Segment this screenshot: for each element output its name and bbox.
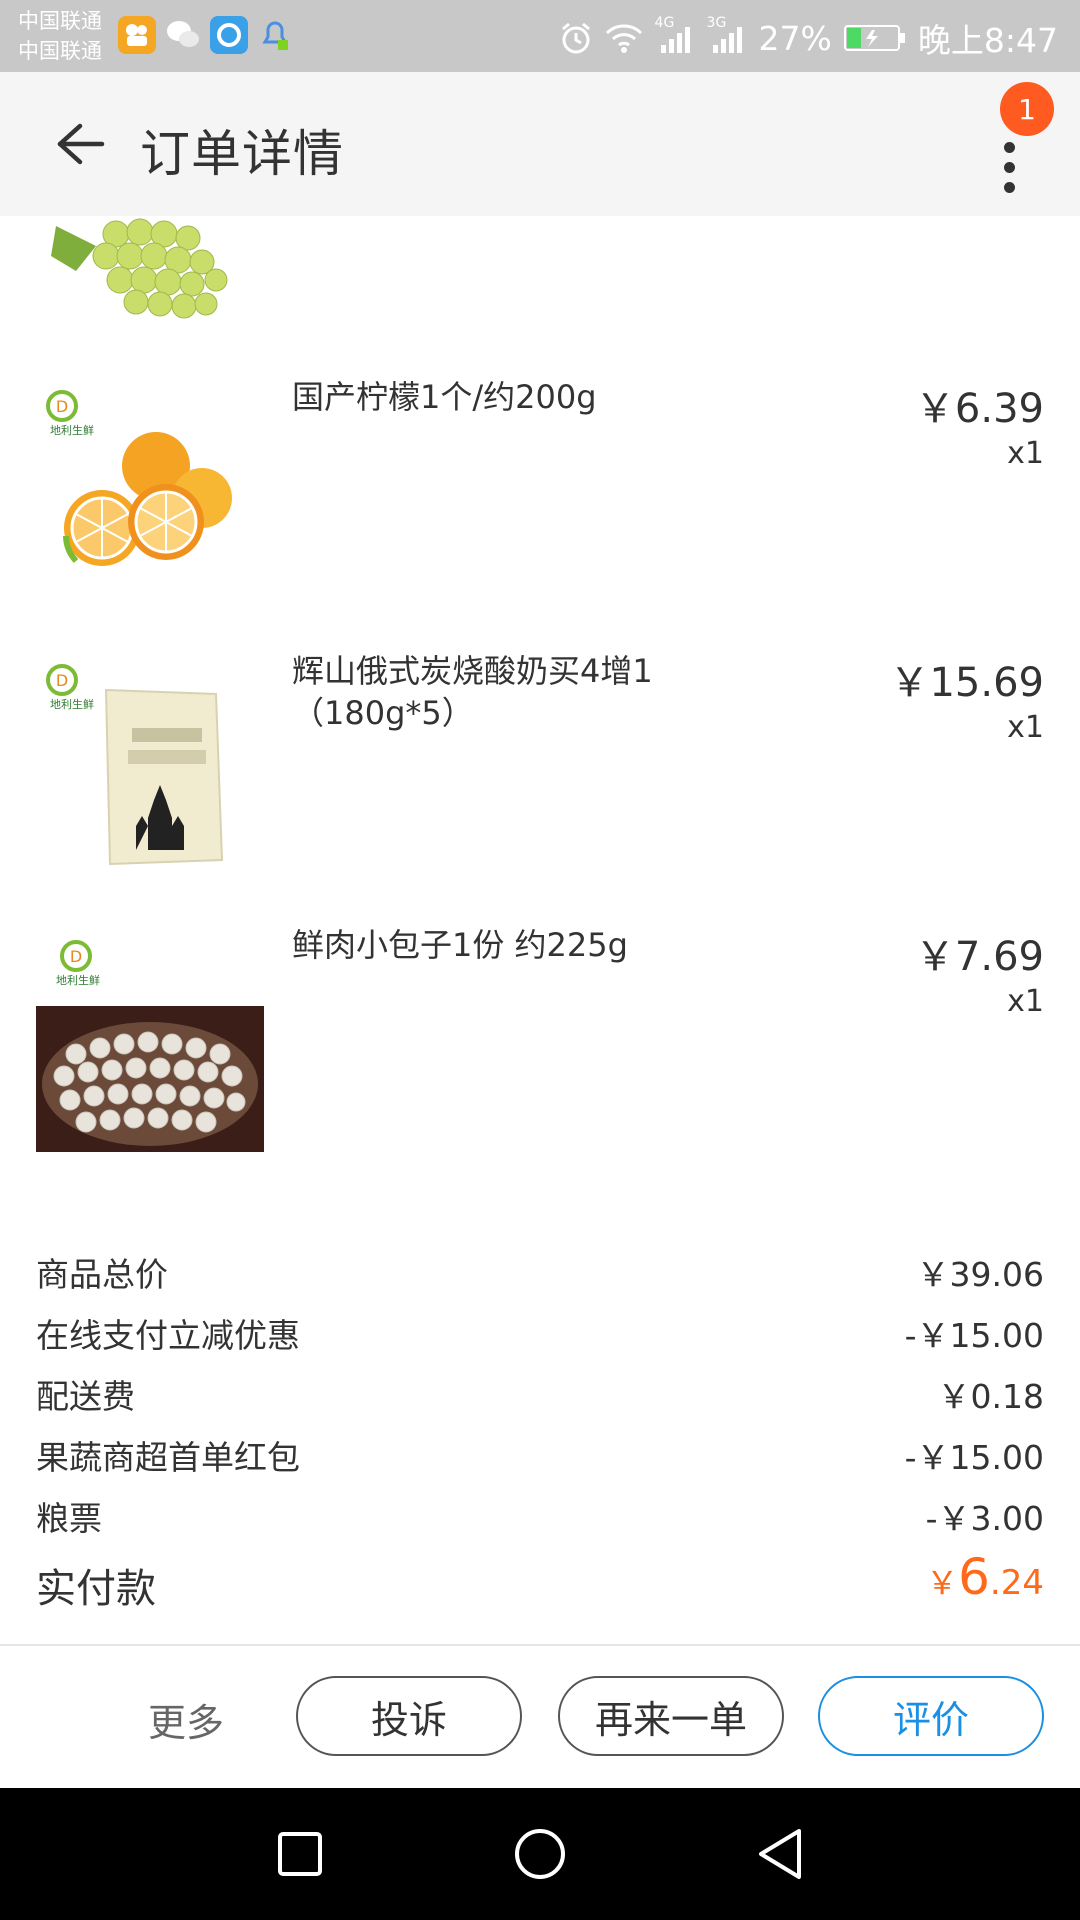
total-decimal: .24 — [989, 1563, 1044, 1603]
summary-row-red-packet: 果蔬商超首单红包 -￥15.00 — [36, 1431, 1044, 1481]
more-vertical-icon — [1004, 142, 1015, 153]
arrow-left-icon — [57, 123, 105, 165]
brand-logo-text: 地利生鲜 — [56, 973, 100, 987]
steamed-buns-image: D 地利生鲜 — [36, 924, 264, 1152]
more-dot — [1004, 182, 1015, 193]
currency-symbol: ￥ — [926, 1564, 959, 1602]
brand-logo-text: 地利生鲜 — [50, 423, 94, 437]
back-button[interactable] — [40, 112, 120, 176]
summary-row-delivery-fee: 配送费 ￥0.18 — [36, 1370, 1044, 1420]
summary-row-food-coupon: 粮票 -￥3.00 — [36, 1492, 1044, 1542]
battery-percent: 27% — [758, 18, 832, 58]
summary-row-subtotal: 商品总价 ￥39.06 — [36, 1248, 1044, 1298]
product-price: ￥6.39 — [914, 386, 1044, 432]
home-icon — [515, 1829, 565, 1879]
summary-label: 配送费 — [36, 1377, 135, 1416]
notification-app-icons — [118, 16, 294, 54]
status-bar: 中国联通 中国联通 4G 3G 27% 晚上8:47 — [0, 0, 1080, 72]
summary-label: 商品总价 — [36, 1255, 168, 1294]
product-quantity: x1 — [1007, 984, 1044, 1019]
product-quantity: x1 — [1007, 436, 1044, 471]
brand-logo-text: 地利生鲜 — [50, 697, 94, 711]
summary-value: -￥15.00 — [904, 1438, 1044, 1477]
product-name: 鲜肉小包子1份 约225g — [292, 926, 628, 964]
carrier-2: 中国联通 — [18, 39, 102, 63]
summary-value: ￥0.18 — [937, 1377, 1044, 1416]
total-paid-row: 实付款 ￥6.24 — [36, 1548, 1044, 1618]
total-integer: 6 — [958, 1548, 990, 1606]
product-quantity: x1 — [1007, 710, 1044, 745]
product-name: 辉山俄式炭烧酸奶买4增1（180g*5） — [292, 652, 653, 732]
svg-text:D: D — [70, 947, 82, 966]
kuaishou-app-icon — [118, 16, 156, 54]
more-link[interactable]: 更多 — [148, 1692, 224, 1747]
action-bar: 更多 投诉 再来一单 评价 — [0, 1646, 1080, 1788]
complain-button[interactable]: 投诉 — [296, 1676, 522, 1756]
notification-badge: 1 — [1000, 82, 1054, 136]
total-amount: ￥6.24 — [926, 1548, 1044, 1606]
alarm-icon — [559, 21, 593, 55]
reorder-button[interactable]: 再来一单 — [558, 1676, 784, 1756]
qq-browser-icon — [210, 16, 248, 54]
signal-3g-icon: 3G — [707, 15, 747, 55]
home-button[interactable] — [510, 1824, 570, 1884]
carrier-info: 中国联通 中国联通 — [18, 6, 102, 66]
back-nav-button[interactable] — [750, 1824, 810, 1884]
product-item[interactable]: D 地利生鲜 辉山俄式炭烧酸奶买4增1（180g*5） ￥15.69 x1 — [0, 650, 1080, 880]
clock: 晚上8:47 — [917, 21, 1058, 60]
recent-apps-button[interactable] — [270, 1824, 330, 1884]
summary-label: 果蔬商超首单红包 — [36, 1438, 300, 1477]
summary-row-online-discount: 在线支付立减优惠 -￥15.00 — [36, 1309, 1044, 1359]
product-item[interactable]: D 地利生鲜 鲜肉小包子1份 约225g ￥7.69 x1 — [0, 924, 1080, 1154]
summary-value: -￥15.00 — [904, 1316, 1044, 1355]
notification-icon — [256, 16, 294, 54]
more-dot — [1004, 162, 1015, 173]
system-nav-bar — [0, 1788, 1080, 1920]
product-price: ￥7.69 — [914, 934, 1044, 980]
svg-text:D: D — [56, 397, 68, 416]
product-name: 国产柠檬1个/约200g — [292, 378, 597, 416]
wechat-icon — [164, 16, 202, 54]
product-item[interactable] — [0, 216, 1080, 336]
summary-label: 粮票 — [36, 1499, 102, 1538]
summary-value: ￥39.06 — [916, 1255, 1044, 1294]
summary-value: -￥3.00 — [925, 1499, 1044, 1538]
product-item[interactable]: D 地利生鲜 国产柠檬1个/约200g ￥6.39 x1 — [0, 376, 1080, 606]
review-button[interactable]: 评价 — [818, 1676, 1044, 1756]
page-title: 订单详情 — [140, 125, 344, 183]
wifi-icon — [605, 23, 643, 53]
lemons-image: D 地利生鲜 — [36, 376, 264, 604]
app-bar: 订单详情 — [0, 72, 1080, 216]
yogurt-bag-image: D 地利生鲜 — [36, 650, 264, 878]
grapes-image — [36, 216, 264, 336]
summary-label: 在线支付立减优惠 — [36, 1316, 300, 1355]
order-detail-screen: 中国联通 中国联通 4G 3G 27% 晚上8:47 订单详情 1 D 地利生鲜… — [0, 0, 1080, 1920]
carrier-1: 中国联通 — [18, 9, 102, 33]
back-triangle-icon — [759, 1829, 801, 1879]
recent-apps-icon — [278, 1832, 322, 1876]
total-label: 实付款 — [36, 1566, 156, 1612]
product-price: ￥15.69 — [889, 660, 1044, 706]
battery-icon — [843, 24, 906, 52]
svg-text:D: D — [56, 671, 68, 690]
status-right: 4G 3G 27% 晚上8:47 — [559, 14, 1058, 62]
signal-4g-icon: 4G — [655, 15, 695, 55]
